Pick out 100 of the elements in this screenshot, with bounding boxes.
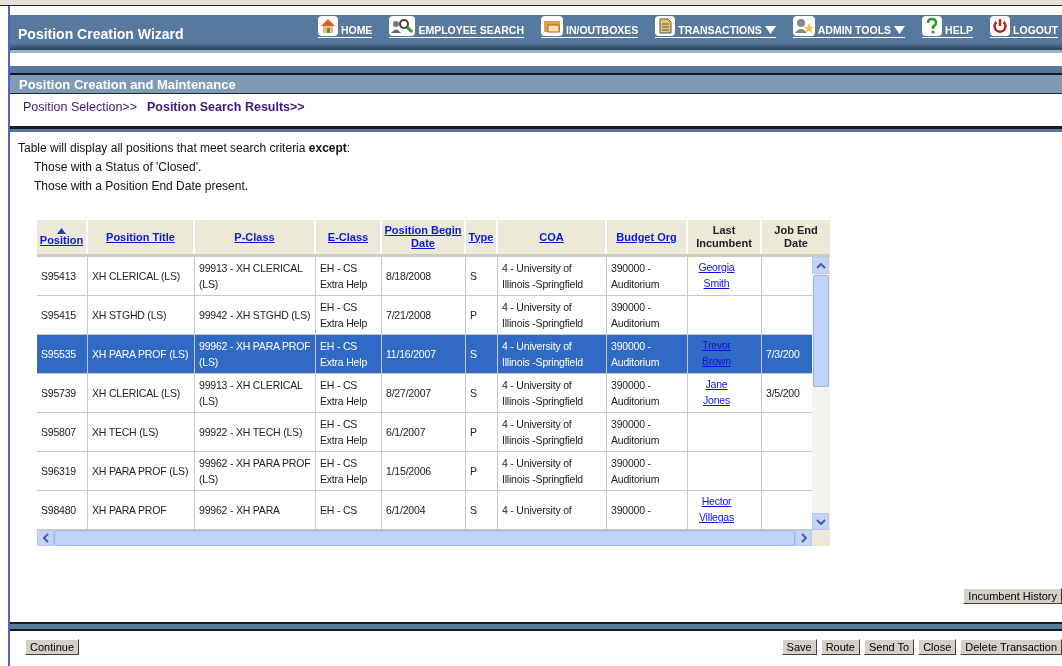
caret-icon: [764, 26, 776, 34]
nav-link[interactable]: HELP: [922, 16, 974, 38]
table-cell-text: 11/16/2007: [386, 347, 436, 362]
table-cell-text: P: [470, 425, 477, 440]
window-title: Position Creation Wizard: [18, 26, 184, 44]
column-header-link[interactable]: Position Begin Date: [382, 224, 464, 250]
intro-note: Those with a Position End Date present.: [33, 178, 250, 194]
table-cell-text: 390000 - Auditorium: [611, 456, 661, 487]
table-cell-text: 390000 - Auditorium: [611, 339, 661, 370]
column-header-link[interactable]: Type: [468, 230, 494, 244]
horizontal-scrollbar[interactable]: [37, 530, 830, 546]
table-cell-text: EH - CS Extra Help: [320, 378, 369, 409]
table-cell-text: 390000 -: [611, 503, 651, 518]
table-cell-text: 99962 - XH PARA PROF (LS): [199, 456, 311, 487]
table-cell-text: S: [470, 269, 477, 284]
table-cell-text: 3/5/200: [766, 386, 800, 401]
table-cell-text: S: [470, 503, 477, 518]
table-cell-text: XH PARA PROF: [92, 503, 167, 518]
table-cell-text: EH - CS Extra Help: [320, 339, 369, 370]
nav-link[interactable]: EMPLOYEE SEARCH: [389, 16, 524, 38]
house-icon: [317, 16, 338, 36]
table-cell-text: XH PARA PROF (LS): [92, 464, 189, 479]
table-cell-text: S95415: [41, 308, 76, 323]
table-cell-text: EH - CS Extra Help: [320, 261, 369, 292]
caret-icon: [894, 26, 906, 34]
table-cell-text: P: [470, 308, 477, 323]
table-cell-text: S: [470, 347, 477, 362]
chevron-left-icon: [42, 533, 49, 543]
table-cell-text: 390000 - Auditorium: [611, 378, 661, 409]
table-cell-text: 99962 - XH PARA: [199, 503, 280, 518]
incumbent-history-button[interactable]: Incumbent History: [963, 588, 1062, 604]
intro-note: Those with a Status of 'Closed'.: [33, 159, 203, 175]
table-cell-text: S98480: [41, 503, 76, 518]
chevron-up-icon: [815, 262, 826, 269]
power-icon: [990, 16, 1011, 36]
table-cell-text: EH - CS: [320, 503, 358, 518]
table-cell-text: 6/1/2007: [386, 425, 426, 440]
column-header-link[interactable]: Position Title: [106, 230, 175, 244]
people-magnifier-icon: [389, 16, 416, 36]
nav-link[interactable]: IN/OUTBOXES: [541, 16, 639, 38]
table-cell-text: 99913 - XH CLERICAL (LS): [199, 261, 304, 292]
incumbent-link[interactable]: Hector Villegas: [692, 493, 739, 525]
incumbent-link[interactable]: Georgia Smith: [692, 259, 739, 291]
table-cell-text: S96319: [41, 464, 76, 479]
column-header: Last Incumbent: [695, 224, 753, 250]
column-header: Job End Date: [773, 224, 819, 250]
scrollbar-corner: [812, 530, 830, 546]
document-icon: [655, 16, 676, 36]
table-cell-text: EH - CS Extra Help: [320, 456, 369, 487]
column-header-link[interactable]: Budget Org: [616, 230, 677, 244]
table-cell-text: 390000 - Auditorium: [611, 417, 661, 448]
table-cell-text: S95739: [41, 386, 76, 401]
action-button[interactable]: Save: [781, 639, 817, 655]
vertical-scrollbar[interactable]: [812, 257, 830, 530]
table-cell-text: S95413: [41, 269, 76, 284]
table-cell-text: 7/3/200: [766, 347, 800, 362]
table-cell-text: 390000 - Auditorium: [611, 261, 661, 292]
action-button[interactable]: Close: [918, 639, 957, 655]
table-cell-text: 4 - University of Illinois -Springfield: [502, 261, 584, 292]
column-header-link[interactable]: P-Class: [234, 230, 275, 244]
nav-link[interactable]: HOME: [317, 16, 373, 38]
nav-link[interactable]: TRANSACTIONS: [655, 16, 776, 38]
table-cell-text: EH - CS Extra Help: [320, 300, 369, 331]
table-cell-text: 8/27/2007: [386, 386, 431, 401]
column-header-link[interactable]: COA: [539, 230, 564, 244]
table-cell-text: XH PARA PROF (LS): [92, 347, 189, 362]
table-cell-text: 4 - University of Illinois -Springfield: [502, 456, 584, 487]
table-cell-text: 99962 - XH PARA PROF (LS): [199, 339, 311, 370]
table-cell-text: 4 - University of Illinois -Springfield: [502, 378, 584, 409]
table-cell-text: 4 - University of Illinois -Springfield: [502, 417, 584, 448]
action-button[interactable]: Delete Transaction: [960, 639, 1062, 655]
table-cell-text: XH STGHD (LS): [92, 308, 167, 323]
table-row[interactable]: S95535 XH PARA PROF (LS) 99962 - XH PARA PROF (LS) EH - CS Extra Help 11/16/2007 S 4 - University of Illinois -Springfield 390000 - Auditorium Trevor Brown 7/3/200: [37, 335, 812, 374]
table-cell-text: S95807: [41, 425, 76, 440]
table-cell-text: 4 - University of: [502, 503, 572, 518]
table-cell-text: S: [470, 386, 477, 401]
nav-link[interactable]: ADMIN TOOLS: [792, 16, 906, 38]
column-header-link[interactable]: Position: [39, 227, 84, 247]
question-mark-icon: [922, 16, 943, 36]
table-cell-text: 1/15/2006: [386, 464, 431, 479]
table-cell-text: 4 - University of Illinois -Springfield: [502, 300, 584, 331]
table-cell-text: XH CLERICAL (LS): [92, 269, 181, 284]
continue-button[interactable]: Continue: [25, 639, 80, 655]
table-cell-text: 6/1/2004: [386, 503, 426, 518]
nav-link[interactable]: LOGOUT: [990, 16, 1058, 38]
table-cell-text: 4 - University of Illinois -Springfield: [502, 339, 584, 370]
incumbent-link[interactable]: Jane Jones: [692, 376, 739, 408]
table-cell-text: 99942 - XH STGHD (LS): [199, 308, 311, 323]
column-header-link[interactable]: E-Class: [327, 230, 369, 244]
breadcrumb-link[interactable]: Position Selection>>: [23, 100, 137, 120]
table-cell-text: P: [470, 464, 477, 479]
table-cell-text: XH CLERICAL (LS): [92, 386, 181, 401]
breadcrumb-link[interactable]: Position Search Results>>: [146, 100, 305, 120]
table-cell-text: EH - CS Extra Help: [320, 417, 369, 448]
folder-envelope-icon: [541, 16, 563, 36]
action-button[interactable]: Route: [820, 639, 860, 655]
action-button[interactable]: Send To: [864, 639, 915, 655]
intro-text: Table will display all positions that meet search criteria except:: [18, 140, 352, 156]
table-cell-text: 99922 - XH TECH (LS): [199, 425, 303, 440]
table-cell-text: S95535: [41, 347, 76, 362]
